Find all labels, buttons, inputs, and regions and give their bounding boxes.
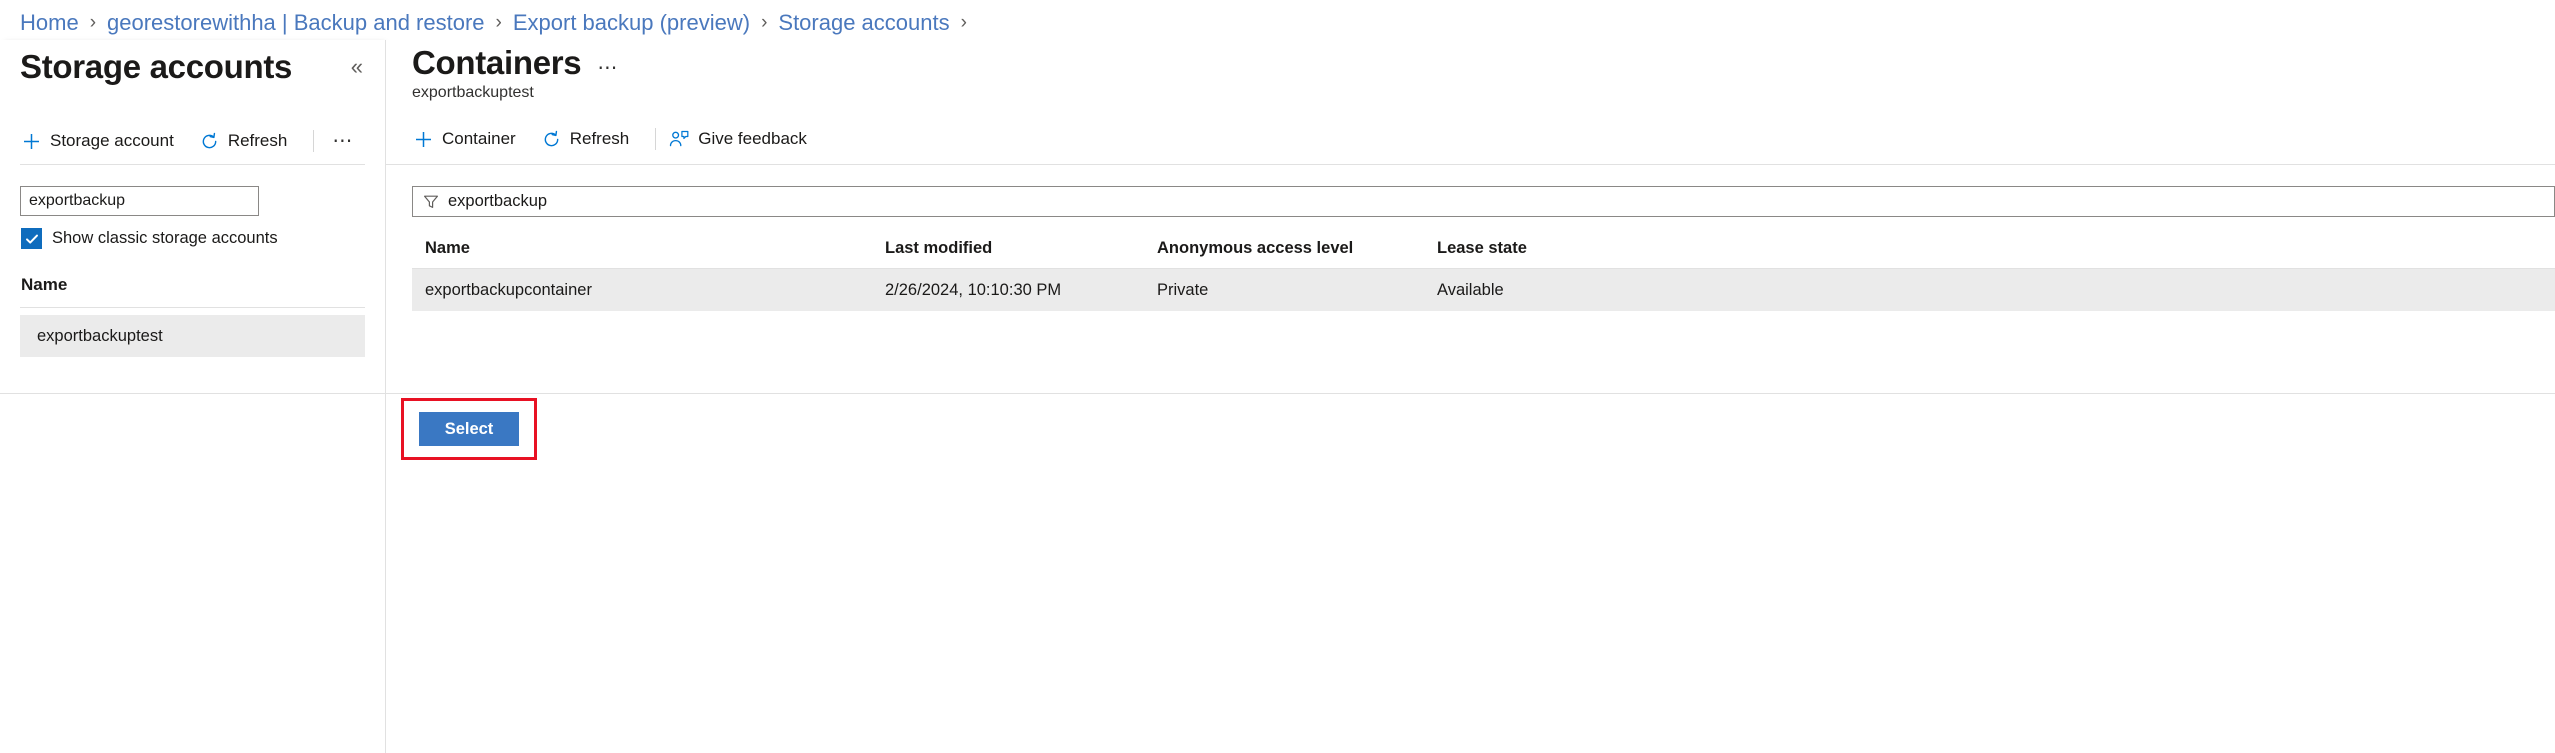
containers-blade: Containers ⋯ exportbackuptest Container …	[386, 40, 2555, 753]
cell-anonymous-access: Private	[1157, 281, 1437, 300]
select-button-highlight: Select	[401, 398, 537, 460]
plus-icon	[22, 132, 41, 151]
breadcrumb-item-storage-accounts[interactable]: Storage accounts	[778, 10, 949, 36]
collapse-blade-icon[interactable]: «	[345, 52, 369, 82]
left-list-header-divider	[20, 307, 365, 308]
containers-title: Containers	[412, 44, 581, 82]
breadcrumb-separator-icon: ›	[961, 12, 967, 34]
give-feedback-button[interactable]: Give feedback	[666, 125, 817, 153]
storage-accounts-blade: Storage accounts « Storage account Refre…	[0, 40, 386, 753]
containers-toolbar: Container Refresh Give feedback	[412, 120, 831, 158]
refresh-icon	[542, 130, 561, 149]
right-blade-header: Containers ⋯	[412, 44, 617, 82]
cell-lease-state: Available	[1437, 281, 1637, 300]
storage-account-name: exportbackuptest	[37, 327, 163, 346]
page-title: Storage accounts	[20, 48, 292, 86]
cell-container-name: exportbackupcontainer	[412, 281, 885, 300]
refresh-button[interactable]: Refresh	[198, 127, 298, 155]
plus-icon	[414, 130, 433, 149]
give-feedback-label: Give feedback	[698, 129, 807, 149]
storage-accounts-list: exportbackuptest	[0, 281, 386, 401]
list-item[interactable]: exportbackuptest	[20, 315, 365, 357]
containers-table: Name Last modified Anonymous access leve…	[412, 228, 2555, 311]
left-blade-header: Storage accounts «	[20, 48, 369, 86]
refresh-label: Refresh	[228, 131, 288, 151]
left-toolbar: Storage account Refresh ⋯	[20, 122, 360, 160]
storage-account-search-input[interactable]	[20, 186, 259, 216]
select-button[interactable]: Select	[419, 412, 519, 446]
breadcrumb: Home › georestorewithha | Backup and res…	[20, 10, 978, 36]
column-header-anonymous-access[interactable]: Anonymous access level	[1157, 239, 1437, 258]
left-toolbar-divider	[20, 164, 365, 165]
toolbar-divider	[655, 128, 656, 150]
breadcrumb-item-backup-and-restore[interactable]: georestorewithha | Backup and restore	[107, 10, 485, 36]
add-storage-account-button[interactable]: Storage account	[20, 127, 184, 155]
breadcrumb-item-home[interactable]: Home	[20, 10, 79, 36]
refresh-icon	[200, 132, 219, 151]
cell-last-modified: 2/26/2024, 10:10:30 PM	[885, 281, 1157, 300]
table-row[interactable]: exportbackupcontainer 2/26/2024, 10:10:3…	[412, 269, 2555, 311]
blade-context-menu-icon[interactable]: ⋯	[597, 58, 617, 78]
refresh-containers-label: Refresh	[570, 129, 630, 149]
column-header-name[interactable]: Name	[412, 239, 885, 258]
footer-divider	[386, 393, 2555, 394]
show-classic-storage-accounts-label: Show classic storage accounts	[52, 229, 278, 248]
filter-icon	[423, 194, 439, 210]
right-toolbar-divider	[386, 164, 2555, 165]
more-commands-icon[interactable]: ⋯	[324, 131, 360, 151]
breadcrumb-item-export-backup[interactable]: Export backup (preview)	[513, 10, 750, 36]
refresh-containers-button[interactable]: Refresh	[540, 125, 640, 153]
checkbox-checked-icon	[21, 228, 42, 249]
add-container-button[interactable]: Container	[412, 125, 526, 153]
show-classic-storage-accounts-checkbox[interactable]: Show classic storage accounts	[21, 228, 278, 249]
add-storage-account-label: Storage account	[50, 131, 174, 151]
toolbar-divider	[313, 130, 314, 152]
breadcrumb-separator-icon: ›	[496, 12, 502, 34]
column-header-lease-state[interactable]: Lease state	[1437, 239, 1637, 258]
container-search-box[interactable]: exportbackup	[412, 186, 2555, 217]
containers-subtitle: exportbackuptest	[412, 84, 534, 102]
left-blade-footer-divider	[0, 393, 386, 394]
container-search-value: exportbackup	[448, 192, 547, 211]
feedback-person-icon	[668, 130, 689, 149]
add-container-label: Container	[442, 129, 516, 149]
column-header-last-modified[interactable]: Last modified	[885, 239, 1157, 258]
breadcrumb-separator-icon: ›	[761, 12, 767, 34]
table-header-row: Name Last modified Anonymous access leve…	[412, 228, 2555, 268]
breadcrumb-separator-icon: ›	[90, 12, 96, 34]
